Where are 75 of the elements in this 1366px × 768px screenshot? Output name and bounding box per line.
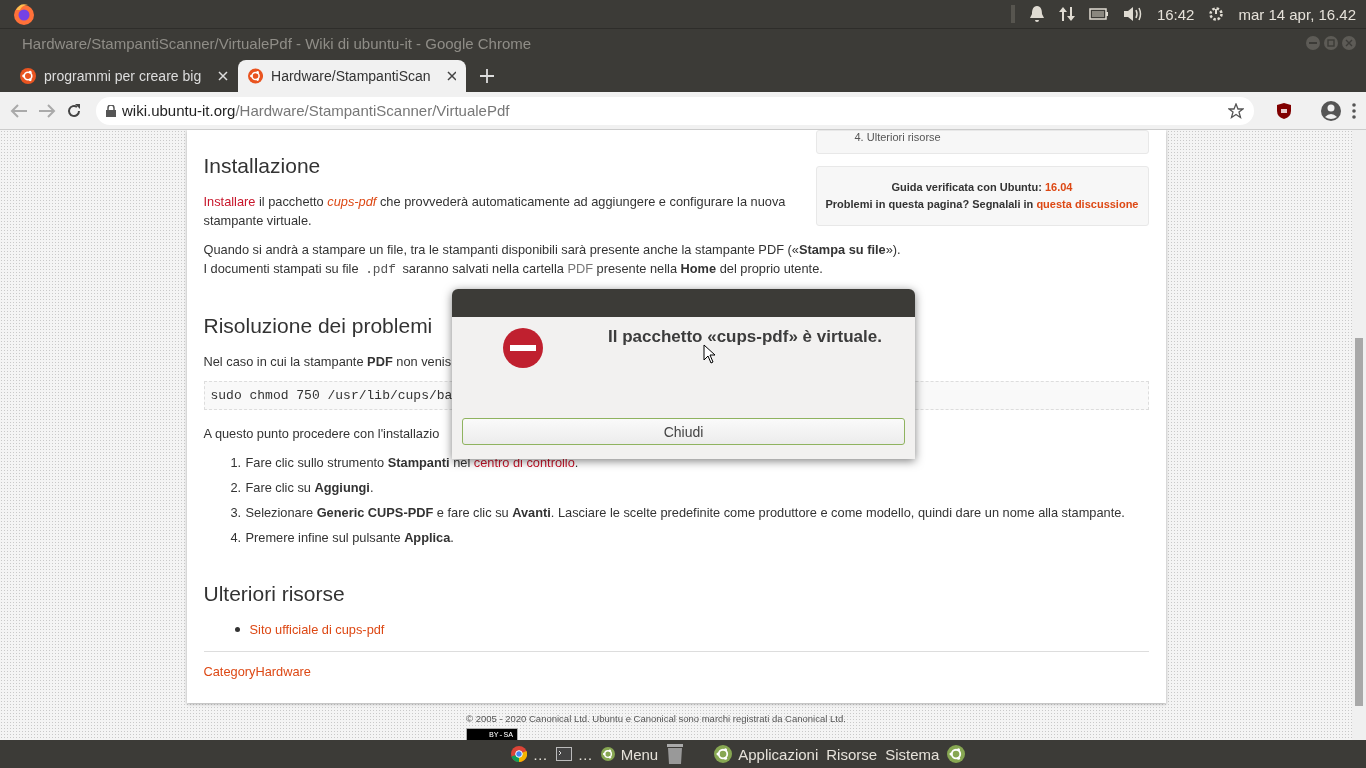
section-heading: Installazione xyxy=(203,154,321,178)
ubuntu-logo-icon xyxy=(248,68,264,84)
verified-text: Guida verificata con Ubuntu: 16.04 xyxy=(890,180,1074,195)
scrollbar[interactable] xyxy=(1352,130,1366,740)
link[interactable]: Sito ufficiale di cups-pdf xyxy=(249,620,385,639)
section-heading: Risoluzione dei problemi xyxy=(203,314,433,338)
browser-tab[interactable]: Hardware/StampantiScan xyxy=(238,60,466,92)
firefox-icon[interactable] xyxy=(12,2,36,26)
clock[interactable]: 16:42 xyxy=(1156,5,1195,23)
error-icon xyxy=(502,327,544,369)
list-text: Selezionare Generic CUPS-PDF e fare clic su Avanti. Lasciare le scelte predefinite come produttore e come modello, quindi dare un nome alla stampante. xyxy=(245,504,1125,522)
problems-text: Problemi in questa pagina? Segnalali in questa discussione xyxy=(824,197,1140,212)
paragraph: Installare il pacchetto cups-pdf che provvederà automaticamente ad aggiungere e configurare la nuova stampante virtuale. xyxy=(203,193,787,230)
contents-item[interactable]: 4. Ulteriori risorse xyxy=(854,131,1148,143)
panel-launcher[interactable]: … xyxy=(555,745,593,763)
link[interactable]: Installare xyxy=(203,194,256,209)
panel-launcher[interactable] xyxy=(666,743,685,765)
panel-launcher[interactable]: Menu xyxy=(600,745,659,763)
version-link[interactable]: 16.04 xyxy=(1044,181,1073,193)
copyright-text: © 2005 - 2020 Canonical Ltd. Ubuntu e Canonical sono marchi registrati da Canonical Ltd. xyxy=(466,713,846,724)
panel-launcher[interactable] xyxy=(947,745,966,763)
bell-icon[interactable] xyxy=(1028,5,1045,23)
paragraph: Quando si andrà a stampare un file, tra le stampanti disponibili sarà presente anche la stampante PDF («Stampa su file»). I documenti stampati su file .pdf saranno salvati nella cartella PDF presente nella Home del proprio utente. xyxy=(203,241,902,279)
window-title: Hardware/StampantiScanner/VirtualePdf - Wiki di ubuntu-it - Google Chrome xyxy=(22,34,533,52)
handle-icon xyxy=(1010,5,1015,23)
terminal-icon xyxy=(555,747,572,761)
new-tab-icon[interactable] xyxy=(480,69,494,83)
link[interactable]: cups-pdf xyxy=(327,194,377,209)
url: wiki.ubuntu-it.org/Hardware/StampantiScanner/VirtualePdf xyxy=(122,102,511,119)
close-button[interactable]: Chiudi xyxy=(462,418,905,445)
tab-title: programmi per creare big xyxy=(44,68,202,84)
license-badge[interactable]: BY-SA xyxy=(466,728,518,740)
dialog-message: Il pacchetto «cups-pdf» è virtuale. xyxy=(608,327,882,347)
date-time[interactable]: mar 14 apr, 16.42 xyxy=(1238,5,1356,23)
list-number: 4. xyxy=(230,529,242,547)
section-heading: Ulteriori risorse xyxy=(203,582,345,606)
browser-tab[interactable]: programmi per creare big xyxy=(10,60,238,92)
battery-icon[interactable] xyxy=(1088,8,1109,20)
discussion-link[interactable]: questa discussione xyxy=(1036,198,1139,210)
list-number: 3. xyxy=(230,504,242,522)
ubuntu-logo-icon xyxy=(714,745,733,763)
panel-menu[interactable]: Risorse xyxy=(826,745,878,763)
bullet-icon xyxy=(234,627,240,632)
ubuntu-logo-icon xyxy=(947,745,966,763)
volume-icon[interactable] xyxy=(1122,6,1143,22)
tab-title: Hardware/StampantiScan xyxy=(271,68,431,84)
power-gear-icon[interactable] xyxy=(1208,6,1225,22)
trash-icon xyxy=(666,743,685,765)
category-link[interactable]: CategoryHardware xyxy=(203,664,311,679)
panel-launcher[interactable]: Applicazioni xyxy=(714,745,819,763)
more-icon[interactable] xyxy=(1352,102,1356,119)
lock-icon xyxy=(106,104,116,117)
reload-icon[interactable] xyxy=(66,102,82,119)
list-number: 1. xyxy=(230,454,242,472)
network-arrows-icon[interactable] xyxy=(1058,5,1075,23)
paragraph: A questo punto procedere con l'installazio xyxy=(203,425,440,443)
paragraph: Nel caso in cui la stampante PDF non venis xyxy=(203,353,452,371)
panel-launcher[interactable]: … xyxy=(510,745,548,763)
panel-menu[interactable]: Sistema xyxy=(885,745,940,763)
shield-icon[interactable] xyxy=(1276,101,1292,120)
mouse-pointer-icon xyxy=(703,344,717,364)
list-number: 2. xyxy=(230,479,242,497)
scrollbar-thumb[interactable] xyxy=(1355,338,1363,706)
account-icon[interactable] xyxy=(1320,99,1342,122)
list-text: Fare clic su Aggiungi. xyxy=(245,479,374,497)
ubuntu-logo-icon xyxy=(20,68,36,84)
chrome-icon xyxy=(510,746,527,762)
close-icon xyxy=(1345,39,1353,47)
close-icon[interactable] xyxy=(446,71,456,81)
minimize-icon xyxy=(1309,39,1317,47)
star-icon[interactable] xyxy=(1228,102,1244,119)
address-bar[interactable]: wiki.ubuntu-it.org/Hardware/StampantiScanner/VirtualePdf xyxy=(96,96,1254,125)
ubuntu-logo-icon xyxy=(600,747,615,761)
maximize-icon xyxy=(1327,39,1335,47)
list-text: Premere infine sul pulsante Applica. xyxy=(245,529,454,547)
